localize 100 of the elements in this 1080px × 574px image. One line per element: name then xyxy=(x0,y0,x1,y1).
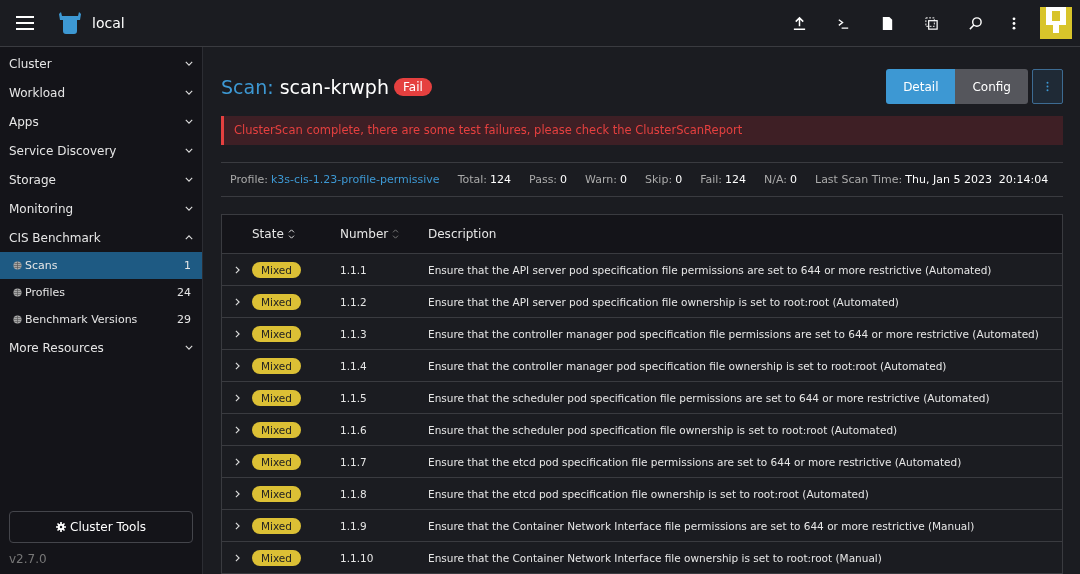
state-badge: Mixed xyxy=(252,421,301,438)
count-label: 24 xyxy=(177,286,191,299)
file-icon[interactable] xyxy=(880,15,895,31)
page-title: Scan: scan-krwph xyxy=(221,75,389,98)
upload-icon[interactable] xyxy=(792,15,807,31)
expand-icon[interactable] xyxy=(234,265,240,274)
expand-icon[interactable] xyxy=(234,553,240,562)
bull-logo-icon xyxy=(58,12,82,34)
stat-value: 0 xyxy=(790,172,797,186)
description-cell-text: Ensure that the controller manager pod specification file ownership is set to root:root (Automated) xyxy=(428,359,948,372)
nav-item[interactable]: Scans 1 xyxy=(0,252,202,279)
nav-group[interactable]: Cluster xyxy=(0,49,202,78)
description-cell-text: Ensure that the scheduler pod specification file permissions are set to 644 or more restrictive (Automated) xyxy=(428,391,991,404)
chevron-icon xyxy=(185,206,193,211)
number-cell-text: 1.1.1 xyxy=(340,263,368,276)
cluster-name: local xyxy=(92,15,125,31)
stat-label: Pass: xyxy=(529,172,558,186)
state-badge: Mixed xyxy=(252,549,301,566)
sort-icon xyxy=(392,229,400,239)
expand-icon[interactable] xyxy=(234,393,240,402)
state-badge: Mixed xyxy=(252,453,301,470)
description-cell-text: Ensure that the scheduler pod specification file ownership is set to root:root (Automated) xyxy=(428,423,899,436)
actions-menu-button[interactable] xyxy=(1032,69,1063,104)
expand-icon[interactable] xyxy=(234,489,240,498)
sort-icon xyxy=(287,229,295,239)
nav-group[interactable]: Workload xyxy=(0,78,202,107)
stat-label: Fail: xyxy=(700,172,722,186)
nav-group[interactable]: More Resources xyxy=(0,333,202,362)
state-badge: Mixed xyxy=(252,357,301,374)
expand-icon[interactable] xyxy=(234,521,240,530)
nav-item-label: Benchmark Versions xyxy=(25,313,139,326)
stat-value: 124 xyxy=(725,172,746,186)
state-badge: Mixed xyxy=(252,517,301,534)
expand-icon[interactable] xyxy=(234,361,240,370)
description-cell-text: Ensure that the Container Network Interface file permissions are set to 644 or more restrictive (Manual) xyxy=(428,519,976,532)
description-cell-text: Ensure that the controller manager pod specification file permissions are set to 644 or more restrictive (Automated) xyxy=(428,327,1040,340)
state-badge: Mixed xyxy=(252,485,301,502)
expand-icon[interactable] xyxy=(234,457,240,466)
search-icon[interactable] xyxy=(968,15,983,31)
nav-item[interactable]: Benchmark Versions 29 xyxy=(0,306,202,333)
state-badge: Mixed xyxy=(252,325,301,342)
more-icon xyxy=(1046,81,1049,92)
chevron-icon xyxy=(185,90,193,95)
nav-group[interactable]: Apps xyxy=(0,107,202,136)
description-cell-text: Ensure that the API server pod specification file ownership is set to root:root (Automated) xyxy=(428,295,900,308)
description-cell-text: Ensure that the API server pod specification file permissions are set to 644 or more restrictive (Automated) xyxy=(428,263,993,276)
number-cell-text: 1.1.10 xyxy=(340,551,375,564)
description-cell-text: Ensure that the etcd pod specification file ownership is set to root:root (Automated) xyxy=(428,487,870,500)
number-cell-text: 1.1.6 xyxy=(340,423,368,436)
nav-item-label: Profiles xyxy=(25,286,66,299)
number-cell-text: 1.1.2 xyxy=(340,295,368,308)
column-header[interactable]: State xyxy=(252,227,340,241)
state-badge: Mixed xyxy=(252,293,301,310)
profile-link[interactable]: k3s-cis-1.23-profile-permissive xyxy=(270,172,440,186)
view-tab[interactable]: Config xyxy=(955,69,1028,104)
stat-label: Last Scan Time: xyxy=(815,172,903,186)
chevron-icon xyxy=(185,119,193,124)
chevron-icon xyxy=(185,177,193,182)
version-label: v2.7.0 xyxy=(8,551,48,568)
nav-group[interactable]: Service Discovery xyxy=(0,136,202,165)
stat-label: Profile: xyxy=(230,172,268,186)
description-cell-text: Ensure that the Container Network Interface file ownership is set to root:root (Manual) xyxy=(428,551,883,564)
copy-icon[interactable] xyxy=(924,15,939,31)
expand-icon[interactable] xyxy=(234,297,240,306)
stat-value: 0 xyxy=(675,172,683,186)
column-header[interactable]: Number xyxy=(340,227,428,241)
number-cell-text: 1.1.8 xyxy=(340,487,368,500)
count-label: 1 xyxy=(184,259,191,272)
nav-group[interactable]: CIS Benchmark xyxy=(0,223,202,252)
gear-icon xyxy=(56,522,66,532)
cluster-tools-button[interactable]: Cluster Tools xyxy=(9,511,193,543)
stat-label: N/A: xyxy=(764,172,787,186)
status-badge: Fail xyxy=(394,77,432,96)
expand-icon[interactable] xyxy=(234,329,240,338)
count-label: 29 xyxy=(177,313,191,326)
expand-icon[interactable] xyxy=(234,425,240,434)
globe-icon xyxy=(13,261,22,270)
chevron-icon xyxy=(185,235,193,240)
error-banner: ClusterScan complete, there are some test failures, please check the ClusterScanReport xyxy=(221,116,1063,145)
number-cell-text: 1.1.5 xyxy=(340,391,368,404)
state-badge: Mixed xyxy=(252,389,301,406)
stat-value: 0 xyxy=(620,172,627,186)
stat-value: 124 xyxy=(490,172,512,186)
stat-value: 0 xyxy=(560,172,568,186)
number-cell-text: 1.1.9 xyxy=(340,519,368,532)
nav-group[interactable]: Monitoring xyxy=(0,194,202,223)
menu-icon[interactable] xyxy=(16,16,34,30)
number-cell-text: 1.1.7 xyxy=(340,455,368,468)
chevron-icon xyxy=(185,148,193,153)
chevron-icon xyxy=(185,345,193,350)
number-cell-text: 1.1.4 xyxy=(340,359,368,372)
column-header: Description xyxy=(428,227,498,241)
more-icon[interactable] xyxy=(1012,15,1016,31)
nav-group[interactable]: Storage xyxy=(0,165,202,194)
nav-item[interactable]: Profiles 24 xyxy=(0,279,202,306)
nav-item-label: Scans xyxy=(25,259,59,272)
number-cell-text: 1.1.3 xyxy=(340,327,368,340)
stat-label: Total: xyxy=(457,172,488,186)
description-cell-text: Ensure that the etcd pod specification file permissions are set to 644 or more restrictive (Automated) xyxy=(428,455,963,468)
stat-label: Warn: xyxy=(585,172,617,186)
